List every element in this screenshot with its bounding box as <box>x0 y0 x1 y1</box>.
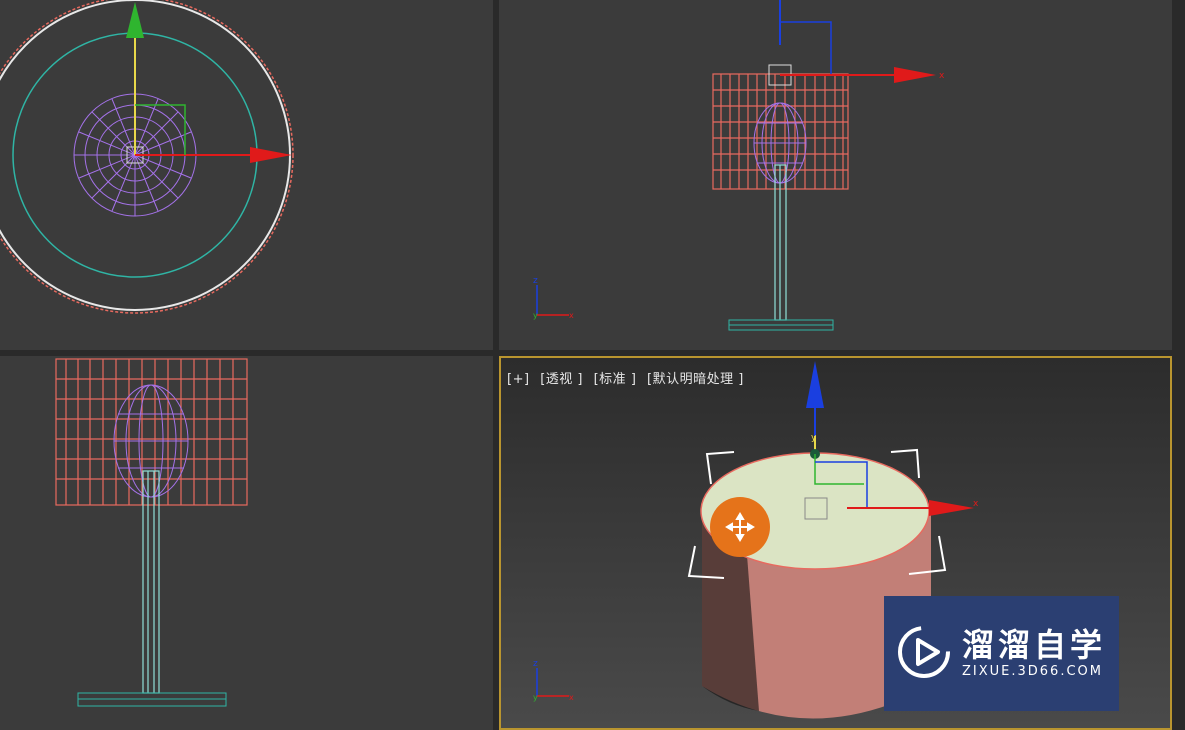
svg-text:x: x <box>569 693 574 702</box>
axis-x-label: x <box>973 499 979 509</box>
stand-rod-left <box>142 470 160 694</box>
move-cursor-icon <box>710 497 770 557</box>
lampshade-outline-top <box>0 0 294 314</box>
play-logo-icon <box>898 626 950 678</box>
viewport-menu-view[interactable]: [透视 ] <box>540 372 583 387</box>
gizmo-x-arrow[interactable] <box>250 147 292 163</box>
lampshade-wireframe-left <box>55 358 248 506</box>
viewport-menu-shading[interactable]: [默认明暗处理 ] <box>647 372 744 387</box>
axis-x-label: x <box>939 71 945 81</box>
stand-rod-front <box>774 164 787 321</box>
watermark-brand-cn: 溜溜自学 <box>962 626 1107 664</box>
svg-text:y: y <box>533 693 538 702</box>
gizmo-plane-xz[interactable] <box>780 21 832 75</box>
left-view-canvas[interactable] <box>0 356 493 730</box>
gizmo-z-arrow[interactable] <box>806 361 824 408</box>
viewport-left[interactable] <box>0 356 493 730</box>
stand-base-left <box>77 692 227 707</box>
axis-tripod-perspective: z y x <box>533 659 574 702</box>
svg-text:z: z <box>533 276 538 286</box>
front-view-canvas[interactable]: x z y x <box>499 0 1172 350</box>
viewport-front[interactable]: x z y x <box>499 0 1172 350</box>
axis-y-label: y <box>811 433 817 443</box>
gizmo-x-arrow[interactable] <box>894 67 936 83</box>
viewport-label[interactable]: [+] [透视 ] [标准 ] [默认明暗处理 ] <box>507 368 750 387</box>
right-edge-strip <box>1172 0 1185 730</box>
viewport-menu-plus[interactable]: [+] <box>507 372 530 387</box>
viewport-top[interactable] <box>0 0 493 350</box>
axis-tripod-front: z y x <box>533 276 574 320</box>
viewport-menu-standard[interactable]: [标准 ] <box>594 372 637 387</box>
top-view-canvas[interactable] <box>0 0 493 350</box>
gizmo-y-arrow[interactable] <box>126 2 144 38</box>
svg-text:x: x <box>569 311 574 320</box>
svg-text:z: z <box>533 659 538 669</box>
gizmo-x-arrow[interactable] <box>929 500 974 516</box>
svg-text:y: y <box>533 311 538 320</box>
stand-base-front <box>728 319 834 331</box>
watermark-badge: 溜溜自学 ZIXUE.3D66.COM <box>884 596 1119 711</box>
bulb-wireframe-left <box>113 384 189 498</box>
watermark-brand-url: ZIXUE.3D66.COM <box>962 664 1103 679</box>
